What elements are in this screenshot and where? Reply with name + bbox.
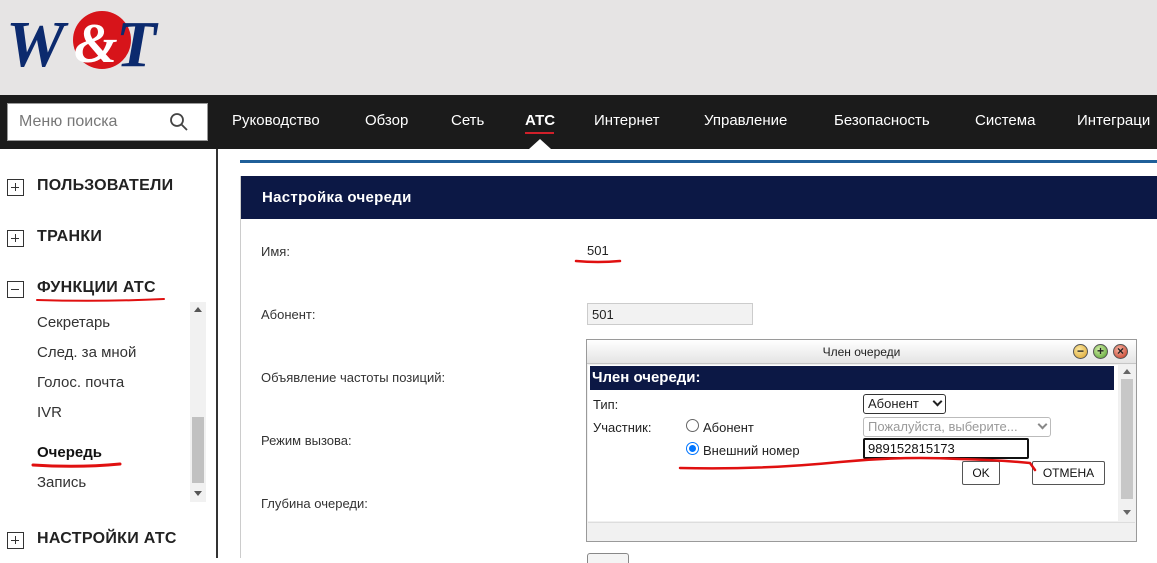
scrollbar-thumb[interactable]: [192, 417, 204, 483]
radio-subscriber[interactable]: [686, 419, 699, 432]
minimize-icon[interactable]: −: [1073, 344, 1088, 359]
name-value: 501: [587, 243, 609, 258]
sidebar-item-secretary[interactable]: Секретарь: [37, 314, 110, 331]
subscriber-field[interactable]: [587, 303, 753, 325]
type-select[interactable]: Абонент: [863, 394, 946, 414]
sidebar-section-label: НАСТРОЙКИ АТС: [37, 530, 177, 547]
dialog-horizontal-scrollbar[interactable]: [588, 522, 1135, 541]
nav-item-integration[interactable]: Интеграци: [1077, 95, 1150, 149]
expand-icon: [7, 532, 24, 549]
dialog-titlebar[interactable]: Член очереди − + ×: [587, 340, 1136, 364]
sidebar-item-queue[interactable]: Очередь: [37, 444, 102, 461]
call-mode-label: Режим вызова:: [261, 433, 352, 448]
dialog-body: Член очереди: Тип: Абонент Участник: Або…: [588, 365, 1118, 521]
partial-button[interactable]: [587, 553, 629, 563]
scroll-up-icon[interactable]: [194, 307, 202, 312]
sidebar-item-voicemail[interactable]: Голос. почта: [37, 374, 124, 391]
nav-item-overview[interactable]: Обзор: [365, 95, 408, 149]
radio-subscriber-label[interactable]: Абонент: [703, 420, 754, 435]
nav-item-internet[interactable]: Интернет: [594, 95, 659, 149]
scroll-down-icon[interactable]: [1123, 510, 1131, 515]
wt-logo[interactable]: W & T: [4, 8, 170, 72]
participant-label: Участник:: [593, 420, 652, 435]
sidebar-section-label: ТРАНКИ: [37, 228, 103, 245]
nav-item-network[interactable]: Сеть: [451, 95, 484, 149]
sidebar-item-follow-me[interactable]: След. за мной: [37, 344, 136, 361]
type-label: Тип:: [593, 397, 619, 412]
chevron-down-icon: [932, 396, 943, 407]
dialog-scrollbar[interactable]: [1119, 365, 1135, 521]
content-top-rule: [240, 160, 1157, 163]
announce-frequency-label: Объявление частоты позиций:: [261, 370, 446, 385]
subscriber-select[interactable]: Пожалуйста, выберите...: [863, 417, 1051, 437]
maximize-icon[interactable]: +: [1093, 344, 1108, 359]
subscriber-select-placeholder: Пожалуйста, выберите...: [868, 419, 1018, 434]
menu-search: [7, 103, 208, 141]
scroll-up-icon[interactable]: [1123, 369, 1131, 374]
nav-active-caret: [529, 139, 551, 149]
chevron-down-icon: [1037, 419, 1048, 430]
subscriber-label: Абонент:: [261, 307, 316, 322]
nav-active-underline: [525, 132, 554, 134]
type-select-value: Абонент: [868, 396, 919, 411]
nav-item-system[interactable]: Система: [975, 95, 1035, 149]
nav-item-guide[interactable]: Руководство: [232, 95, 320, 149]
close-icon[interactable]: ×: [1113, 344, 1128, 359]
nav-item-management[interactable]: Управление: [704, 95, 787, 149]
queue-member-dialog: Член очереди − + × Член очереди: Тип: Аб…: [586, 339, 1137, 542]
sidebar-divider: [216, 149, 218, 558]
panel-title: Настройка очереди: [241, 176, 1157, 219]
scroll-down-icon[interactable]: [194, 491, 202, 496]
dialog-header: Член очереди:: [590, 366, 1114, 390]
logo-wordmark-t: T: [116, 8, 159, 72]
scrollbar-thumb[interactable]: [1121, 379, 1133, 499]
cancel-button[interactable]: ОТМЕНА: [1032, 461, 1105, 485]
nav-item-security[interactable]: Безопасность: [834, 95, 930, 149]
dialog-window-title: Член очереди: [822, 345, 901, 359]
ok-button[interactable]: OK: [962, 461, 1000, 485]
logo-wordmark: W: [6, 8, 69, 72]
app-header: W & T: [0, 0, 1157, 95]
sidebar-scrollbar[interactable]: [190, 302, 206, 502]
menu-search-input[interactable]: [8, 104, 168, 140]
expand-icon: [7, 230, 24, 247]
main-nav-bar: Руководство Обзор Сеть АТС Интернет Упра…: [0, 95, 1157, 149]
collapse-icon: [7, 281, 24, 298]
sidebar-section-label: ПОЛЬЗОВАТЕЛИ: [37, 177, 174, 194]
logo-ampersand: &: [74, 13, 118, 72]
queue-depth-label: Глубина очереди:: [261, 496, 368, 511]
external-number-input[interactable]: [863, 438, 1029, 459]
search-icon[interactable]: [169, 112, 189, 132]
sidebar-item-recording[interactable]: Запись: [37, 474, 86, 491]
radio-external-label[interactable]: Внешний номер: [703, 443, 800, 458]
sidebar-item-ivr[interactable]: IVR: [37, 404, 62, 421]
name-label: Имя:: [261, 244, 290, 259]
expand-icon: [7, 179, 24, 196]
sidebar-section-label: ФУНКЦИИ АТС: [37, 279, 156, 296]
radio-external-number[interactable]: [686, 442, 699, 455]
